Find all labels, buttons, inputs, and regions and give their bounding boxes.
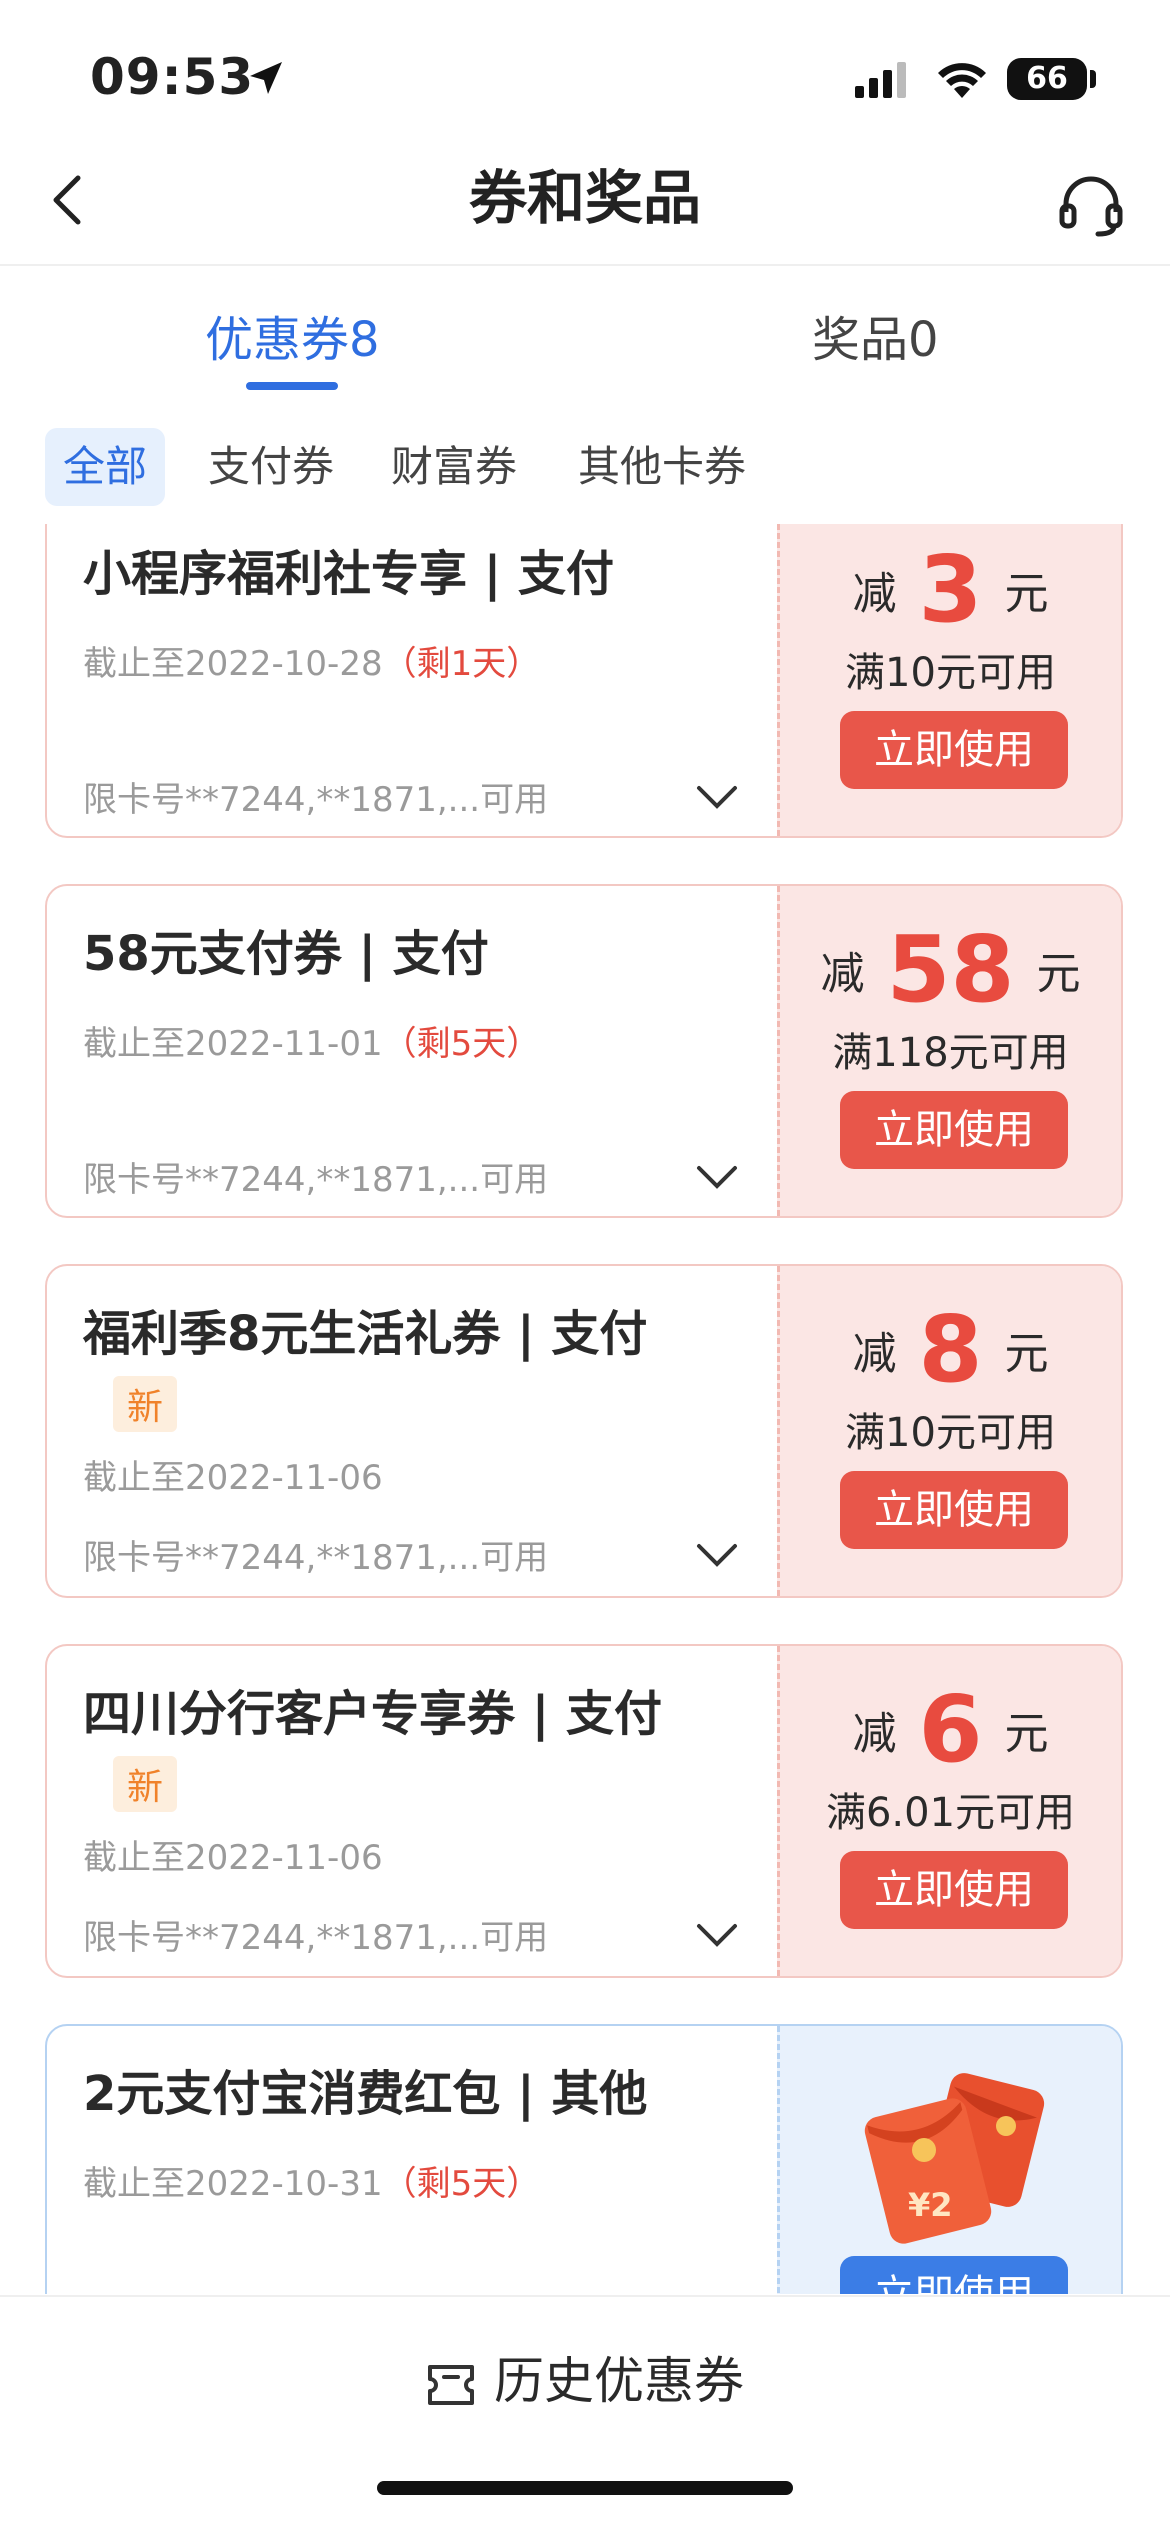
coupon-info: 58元支付券 | 支付 截止至2022-11-01（剩5天） 限卡号**7244…	[47, 886, 777, 1216]
expiry-date: 截止至2022-11-06	[83, 1838, 383, 1878]
filter-bar: 全部 支付券 财富券 其他卡券	[0, 424, 1170, 508]
coupon-info: 四川分行客户专享券 | 支付 新 截止至2022-11-06 限卡号**7244…	[47, 1646, 777, 1976]
days-remaining: （剩5天）	[382, 1024, 541, 1064]
tab-prizes[interactable]: 奖品0	[812, 300, 939, 370]
status-bar: 09:53 66	[0, 0, 1170, 140]
coupon-title: 四川分行客户专享券 | 支付	[83, 1686, 662, 1742]
coupon-info: 小程序福利社专享 | 支付 截止至2022-10-28（剩1天） 限卡号**72…	[47, 524, 777, 836]
amount-value: 8	[918, 1296, 983, 1403]
nav-bar: 券和奖品	[0, 140, 1170, 266]
history-coupons-label: 历史优惠券	[494, 2352, 744, 2410]
coupon-expiry: 截止至2022-11-01（剩5天）	[83, 1016, 540, 1065]
filter-payment[interactable]: 支付券	[190, 428, 352, 506]
new-badge: 新	[113, 1756, 178, 1812]
active-tab-indicator	[246, 382, 338, 390]
usage-condition: 满6.01元可用	[825, 1790, 1076, 1836]
coupon-value-panel: 减3元 满10元可用 立即使用	[777, 524, 1121, 836]
tab-bar: 优惠券8 奖品0	[0, 266, 1170, 396]
coupon-card[interactable]: 四川分行客户专享券 | 支付 新 截止至2022-11-06 限卡号**7244…	[45, 1644, 1123, 1978]
filter-wealth[interactable]: 财富券	[373, 428, 535, 506]
battery-tip	[1090, 70, 1096, 88]
amount-prefix: 减	[852, 1328, 897, 1380]
amount-unit: 元	[1004, 1328, 1049, 1380]
coupon-expiry: 截止至2022-10-31（剩5天）	[83, 2156, 540, 2205]
location-arrow-icon	[250, 62, 282, 94]
wifi-icon	[938, 63, 986, 98]
ticket-icon	[428, 2364, 474, 2405]
coupon-value-panel: 减8元 满10元可用 立即使用	[777, 1266, 1121, 1596]
usage-condition: 满10元可用	[845, 650, 1056, 696]
days-remaining: （剩1天）	[382, 644, 541, 684]
customer-service-headset-icon[interactable]	[1056, 170, 1126, 240]
filter-all[interactable]: 全部	[45, 428, 166, 506]
use-now-button[interactable]: 立即使用	[840, 1851, 1068, 1929]
new-badge: 新	[113, 1376, 178, 1432]
expiry-date: 截止至2022-11-01	[83, 1024, 383, 1064]
home-indicator	[377, 2481, 793, 2495]
cellular-signal-icon	[855, 62, 906, 98]
chevron-down-icon[interactable]	[695, 1162, 739, 1192]
chevron-down-icon[interactable]	[695, 782, 739, 812]
card-restriction: 限卡号**7244,**1871,...可用	[83, 1160, 549, 1200]
coupon-title: 58元支付券 | 支付	[83, 926, 489, 982]
amount-unit: 元	[1004, 568, 1049, 620]
usage-condition: 满118元可用	[832, 1030, 1069, 1076]
use-now-button[interactable]: 立即使用	[840, 2256, 1068, 2294]
expiry-date: 截止至2022-10-31	[83, 2164, 383, 2204]
amount-prefix: 减	[852, 568, 897, 620]
coupon-title: 福利季8元生活礼券 | 支付	[83, 1306, 648, 1362]
amount-value: 3	[918, 536, 983, 643]
card-restriction: 限卡号**7244,**1871,...可用	[83, 780, 549, 820]
use-now-button[interactable]: 立即使用	[840, 1471, 1068, 1549]
amount-unit: 元	[1036, 948, 1081, 1000]
discount-amount: 减6元	[780, 1676, 1121, 1783]
coupon-expiry: 截止至2022-11-06	[83, 1450, 383, 1499]
coupon-value-panel: 减6元 满6.01元可用 立即使用	[777, 1646, 1121, 1976]
amount-value: 6	[918, 1676, 983, 1783]
coupon-value-panel: ¥2 立即使用	[777, 2026, 1121, 2294]
coupon-card[interactable]: 小程序福利社专享 | 支付 截止至2022-10-28（剩1天） 限卡号**72…	[45, 524, 1123, 838]
expiry-date: 截止至2022-10-28	[83, 644, 383, 684]
coupon-list: 小程序福利社专享 | 支付 截止至2022-10-28（剩1天） 限卡号**72…	[0, 524, 1170, 2294]
coupon-value-panel: 减 58 元 满118元可用 立即使用	[777, 886, 1121, 1216]
amount-value: 58	[886, 916, 1015, 1023]
discount-amount: 减 58 元	[780, 916, 1121, 1023]
coupon-card[interactable]: 2元支付宝消费红包 | 其他 截止至2022-10-31（剩5天） ¥2 立即使…	[45, 2024, 1123, 2294]
coupon-title: 2元支付宝消费红包 | 其他	[83, 2066, 648, 2122]
amount-unit: 元	[1004, 1708, 1049, 1760]
usage-condition: 满10元可用	[845, 1410, 1056, 1456]
chevron-down-icon[interactable]	[695, 1540, 739, 1570]
chevron-down-icon[interactable]	[695, 1920, 739, 1950]
coupon-card[interactable]: 58元支付券 | 支付 截止至2022-11-01（剩5天） 限卡号**7244…	[45, 884, 1123, 1218]
discount-amount: 减8元	[780, 1296, 1121, 1403]
coupon-title: 小程序福利社专享 | 支付	[83, 546, 614, 602]
bottom-bar: 历史优惠券	[0, 2295, 1170, 2534]
expiry-date: 截止至2022-11-06	[83, 1458, 383, 1498]
use-now-button[interactable]: 立即使用	[840, 1091, 1068, 1169]
status-time: 09:53	[90, 48, 255, 106]
battery-indicator: 66	[1007, 58, 1087, 100]
coupon-expiry: 截止至2022-10-28（剩1天）	[83, 636, 540, 685]
history-coupons-button[interactable]: 历史优惠券	[0, 2341, 1170, 2413]
coupon-info: 2元支付宝消费红包 | 其他 截止至2022-10-31（剩5天）	[47, 2026, 777, 2294]
amount-prefix: 减	[820, 948, 865, 1000]
discount-amount: 减3元	[780, 536, 1121, 643]
red-envelope-label: ¥2	[908, 2186, 953, 2224]
amount-prefix: 减	[852, 1708, 897, 1760]
coupon-expiry: 截止至2022-11-06	[83, 1830, 383, 1879]
days-remaining: （剩5天）	[382, 2164, 541, 2204]
coupon-card[interactable]: 福利季8元生活礼券 | 支付 新 截止至2022-11-06 限卡号**7244…	[45, 1264, 1123, 1598]
tab-coupons[interactable]: 优惠券8	[205, 300, 380, 370]
use-now-button[interactable]: 立即使用	[840, 711, 1068, 789]
filter-other-cards[interactable]: 其他卡券	[560, 428, 764, 506]
card-restriction: 限卡号**7244,**1871,...可用	[83, 1538, 549, 1578]
page-title: 券和奖品	[468, 164, 701, 232]
card-restriction: 限卡号**7244,**1871,...可用	[83, 1918, 549, 1958]
coupon-info: 福利季8元生活礼券 | 支付 新 截止至2022-11-06 限卡号**7244…	[47, 1266, 777, 1596]
red-envelope-icon: ¥2	[864, 2073, 1045, 2244]
